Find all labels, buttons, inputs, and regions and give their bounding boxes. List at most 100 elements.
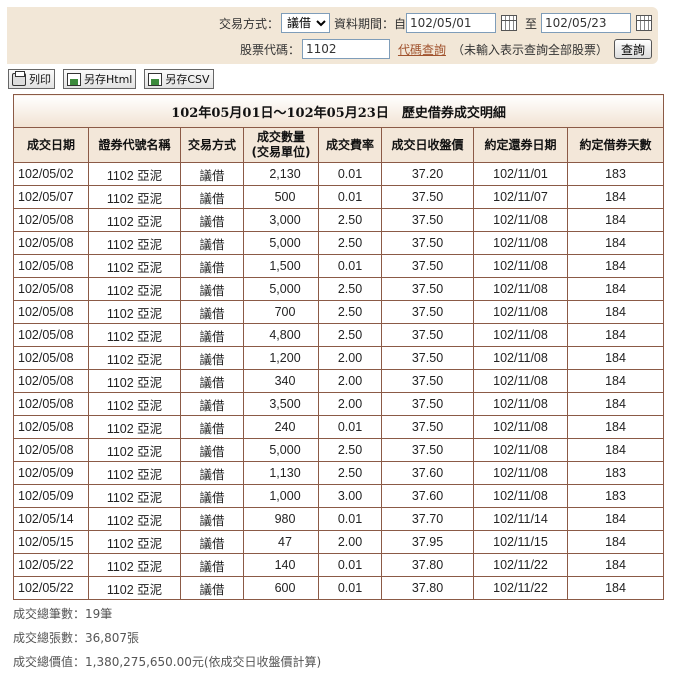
table-cell: 議借 <box>180 231 244 255</box>
table-cell: 184 <box>566 346 665 370</box>
table-cell: 1102 亞泥 <box>88 231 181 255</box>
table-cell: 700 <box>243 300 319 324</box>
end-calendar-icon[interactable] <box>636 15 652 31</box>
quantity-value: 240 <box>274 420 296 434</box>
table-cell: 2,130 <box>243 162 319 186</box>
table-cell: 0.01 <box>318 185 382 209</box>
column-header: 交易方式 <box>180 127 244 163</box>
table-cell: 184 <box>566 392 665 416</box>
table-cell: 183 <box>566 461 665 485</box>
table-row: 102/05/08 1102 亞泥 議借 4,800 2.50 37.50 102/11/0… <box>13 323 665 347</box>
table-cell: 2.50 <box>318 323 382 347</box>
table-cell: 3.00 <box>318 484 382 508</box>
start-date-input[interactable] <box>405 13 496 33</box>
period-label: 資料期間：自 <box>333 16 406 31</box>
table-cell: 0.01 <box>318 507 382 531</box>
summary-count: 成交總筆數：19筆 <box>13 607 113 621</box>
summary-block: 成交總筆數：19筆 成交總張數：36,807張 成交總價值：1,380,275,… <box>13 602 321 674</box>
table-cell: 102/11/08 <box>473 369 568 393</box>
stock-code-input[interactable] <box>301 39 390 59</box>
table-cell: 184 <box>566 507 665 531</box>
table-cell: 102/11/08 <box>473 461 568 485</box>
table-cell: 184 <box>566 208 665 232</box>
table-cell: 1102 亞泥 <box>88 415 181 439</box>
quantity-value: 1,500 <box>269 259 301 273</box>
table-cell: 37.80 <box>381 553 474 577</box>
table-cell: 2.50 <box>318 277 382 301</box>
table-cell: 340 <box>243 369 319 393</box>
table-row: 102/05/08 1102 亞泥 議借 340 2.00 37.50 102/11/08 1… <box>13 369 665 393</box>
table-cell: 1102 亞泥 <box>88 438 181 462</box>
table-cell: 47 <box>243 530 319 554</box>
table-cell: 1102 亞泥 <box>88 346 181 370</box>
table-cell: 37.80 <box>381 576 474 600</box>
table-cell: 102/11/15 <box>473 530 568 554</box>
quantity-value: 2,130 <box>269 167 301 181</box>
table-cell: 184 <box>566 553 665 577</box>
table-cell: 37.95 <box>381 530 474 554</box>
table-cell: 184 <box>566 185 665 209</box>
table-cell: 2.50 <box>318 300 382 324</box>
table-cell: 37.70 <box>381 507 474 531</box>
table-cell: 2.50 <box>318 231 382 255</box>
table-cell: 2.00 <box>318 346 382 370</box>
print-button[interactable]: 列印 <box>8 69 55 89</box>
table-cell: 102/05/14 <box>13 507 89 531</box>
table-cell: 102/11/14 <box>473 507 568 531</box>
stock-code-hint: （未輸入表示查詢全部股票） <box>451 42 608 57</box>
table-cell: 1102 亞泥 <box>88 254 181 278</box>
quantity-value: 1,200 <box>269 351 301 365</box>
query-button[interactable]: 查詢 <box>613 39 652 59</box>
table-cell: 980 <box>243 507 319 531</box>
table-cell: 1102 亞泥 <box>88 369 181 393</box>
quantity-value: 140 <box>274 558 296 572</box>
end-date-input[interactable] <box>541 13 631 33</box>
summary-value: 成交總價值：1,380,275,650.00元(依成交日收盤價計算) <box>13 655 322 669</box>
table-cell: 184 <box>566 300 665 324</box>
table-cell: 102/11/08 <box>473 254 568 278</box>
table-cell: 102/11/08 <box>473 346 568 370</box>
table-cell: 議借 <box>180 415 244 439</box>
table-row: 102/05/15 1102 亞泥 議借 47 2.00 37.95 102/11/15 18… <box>13 530 665 554</box>
table-cell: 37.50 <box>381 231 474 255</box>
table-cell: 102/05/15 <box>13 530 89 554</box>
table-cell: 102/05/09 <box>13 461 89 485</box>
table-cell: 102/05/08 <box>13 392 89 416</box>
quantity-value: 700 <box>274 305 296 319</box>
table-cell: 102/05/08 <box>13 277 89 301</box>
table-cell: 議借 <box>180 208 244 232</box>
table-cell: 1,200 <box>243 346 319 370</box>
table-cell: 102/11/08 <box>473 484 568 508</box>
table-cell: 37.50 <box>381 438 474 462</box>
table-cell: 1102 亞泥 <box>88 392 181 416</box>
table-row: 102/05/22 1102 亞泥 議借 600 0.01 37.80 102/11/22 1… <box>13 576 665 600</box>
quantity-value: 47 <box>278 535 292 549</box>
table-cell: 1102 亞泥 <box>88 530 181 554</box>
table-cell: 議借 <box>180 461 244 485</box>
column-header: 成交日收盤價 <box>381 127 474 163</box>
table-cell: 議借 <box>180 323 244 347</box>
table-cell: 184 <box>566 438 665 462</box>
trade-type-select[interactable]: 議借 <box>280 13 330 33</box>
table-cell: 5,000 <box>243 438 319 462</box>
table-cell: 1102 亞泥 <box>88 576 181 600</box>
table-cell: 1,000 <box>243 484 319 508</box>
table-row: 102/05/07 1102 亞泥 議借 500 0.01 37.50 102/11/07 1… <box>13 185 665 209</box>
start-calendar-icon[interactable] <box>500 15 517 31</box>
table-cell: 102/05/07 <box>13 185 89 209</box>
table-row: 102/05/08 1102 亞泥 議借 700 2.50 37.50 102/11/08 1… <box>13 300 665 324</box>
save-html-button[interactable]: 另存Html <box>63 69 137 89</box>
csv-file-icon <box>148 72 163 86</box>
code-lookup-link[interactable]: 代碼查詢 <box>398 41 446 58</box>
save-csv-button[interactable]: 另存CSV <box>144 69 214 89</box>
table-cell: 37.50 <box>381 415 474 439</box>
stock-code-label: 股票代碼： <box>239 42 300 57</box>
table-cell: 102/11/22 <box>473 576 568 600</box>
table-row: 102/05/08 1102 亞泥 議借 5,000 2.50 37.50 102/11/0… <box>13 231 665 255</box>
table-cell: 102/11/08 <box>473 208 568 232</box>
table-cell: 102/11/07 <box>473 185 568 209</box>
table-title-row: 102年05月01日～102年05月23日 歷史借券成交明細 <box>12 94 665 128</box>
column-header: 成交日期 <box>13 127 89 163</box>
table-cell: 184 <box>566 415 665 439</box>
query-filter-panel: 交易方式： 議借 資料期間：自 至 股票代碼： 代碼查詢 （未輸入表示查詢全部股… <box>7 7 658 64</box>
